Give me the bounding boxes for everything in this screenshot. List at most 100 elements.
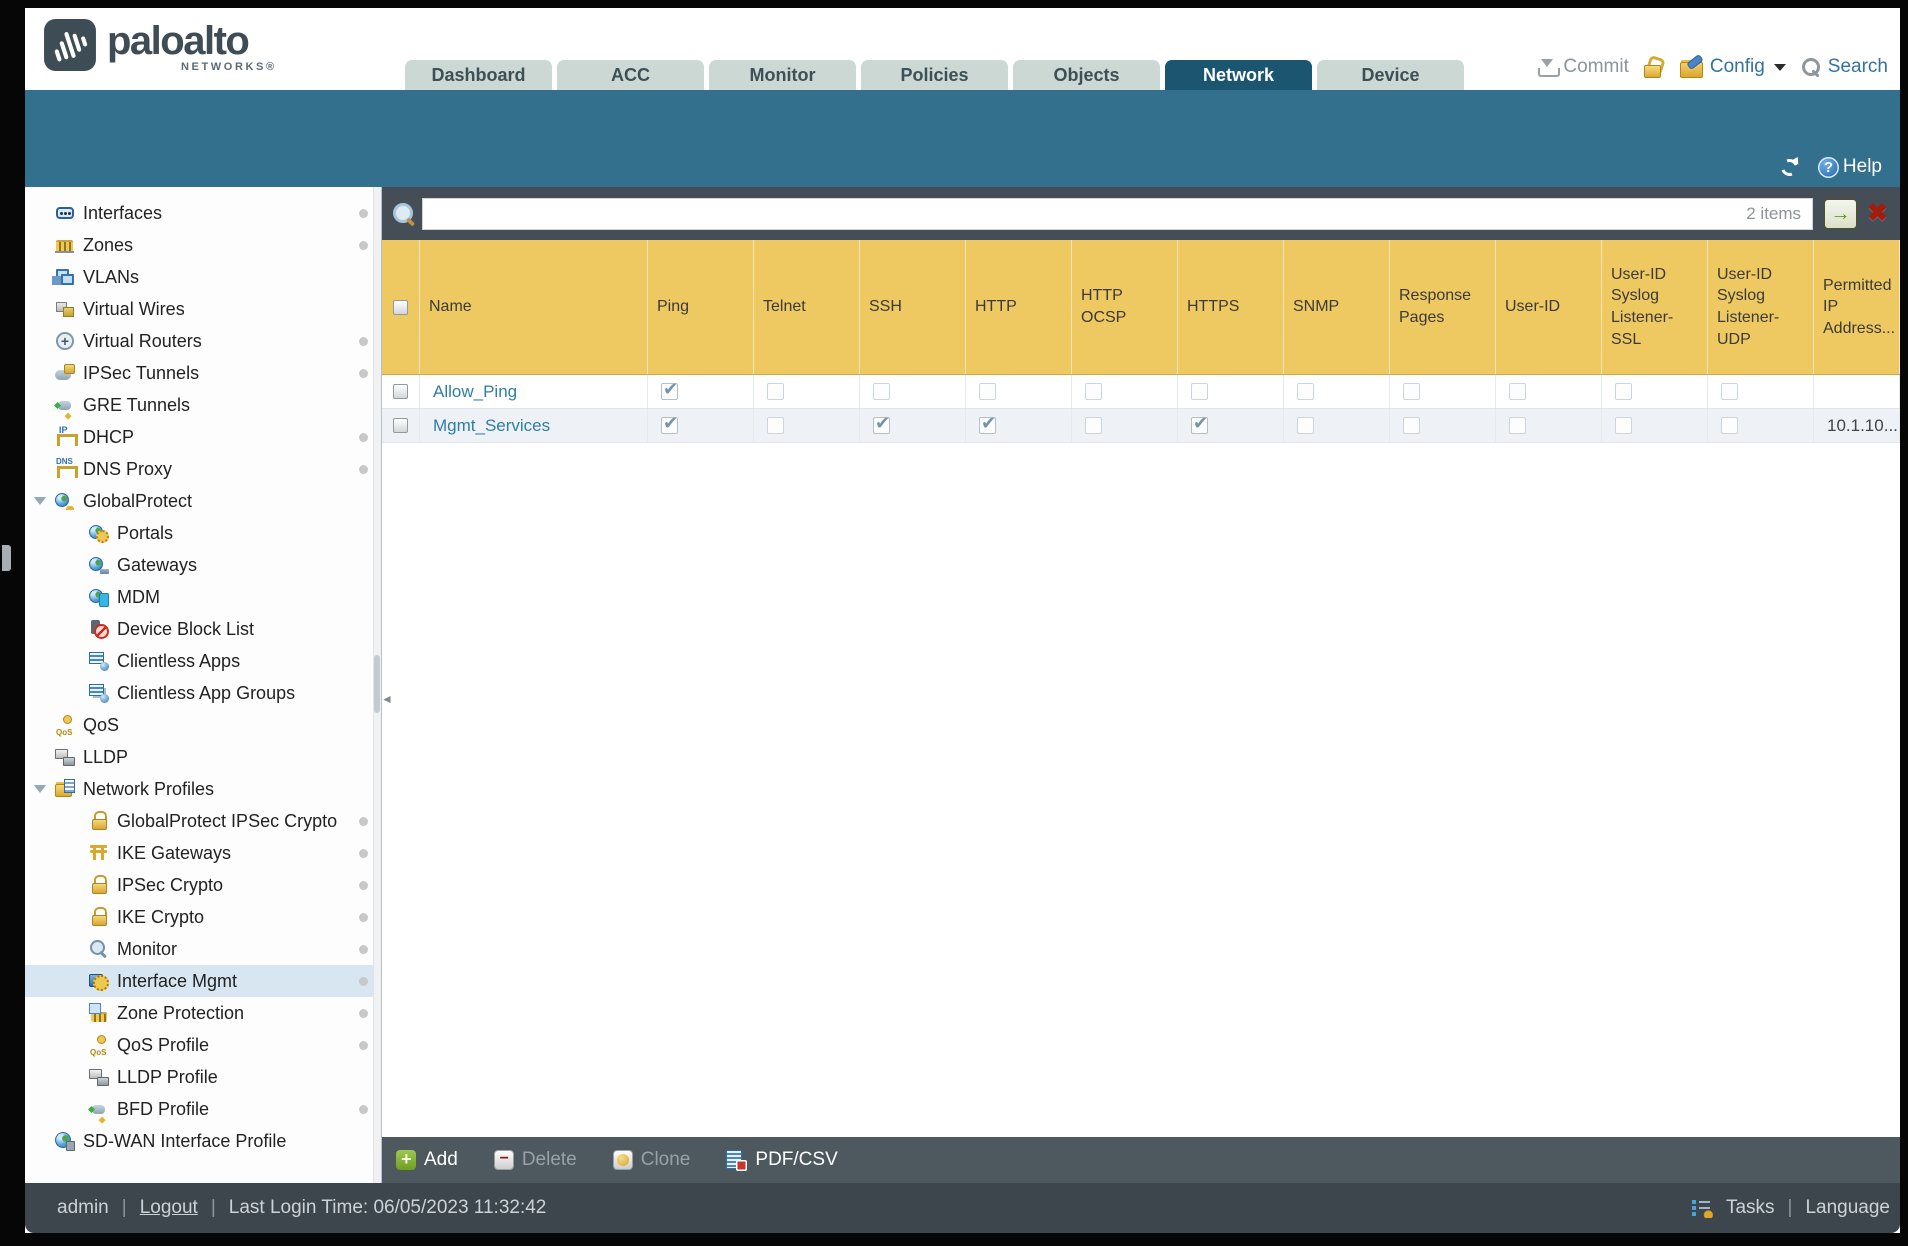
sidebar-item-virtual-wires[interactable]: Virtual Wires [25,293,381,325]
sidebar-item-vlans[interactable]: VLANs [25,261,381,293]
column-header-response-pages[interactable]: Response Pages [1390,240,1496,374]
sidebar-item-gateways[interactable]: Gateways [25,549,381,581]
sidebar-item-ike-gateways[interactable]: IKE Gateways [25,837,381,869]
sidebar-item-portals[interactable]: Portals [25,517,381,549]
language-link[interactable]: Language [1805,1197,1890,1219]
apply-filter-button[interactable]: → [1824,198,1858,229]
column-header-user-id-syslog-listener-udp[interactable]: User-ID Syslog Listener-UDP [1708,240,1814,374]
clone-button[interactable]: Clone [612,1149,690,1171]
select-all-checkbox[interactable] [393,299,408,315]
sidebar-item-label: DHCP [83,426,135,447]
row-select-checkbox[interactable] [393,418,408,433]
tab-acc[interactable]: ACC [557,60,704,90]
tasks-icon[interactable] [1691,1198,1713,1218]
sidebar-item-label: GRE Tunnels [83,394,191,415]
clear-filter-button[interactable]: ✖ [1867,201,1888,226]
sidebar-item-ike-crypto[interactable]: IKE Crypto [25,901,381,933]
commit-button[interactable]: Commit [1538,56,1629,78]
sd-wan-interface-profile-icon [55,1131,75,1151]
ping-checkbox [661,413,678,434]
sidebar-item-network-profiles[interactable]: Network Profiles [25,773,381,805]
column-header-user-id-syslog-listener-ssl[interactable]: User-ID Syslog Listener-SSL [1602,240,1708,374]
column-header-https[interactable]: HTTPS [1178,240,1284,374]
help-button[interactable]: ? Help [1817,156,1882,178]
sidebar-item-label: GlobalProtect IPSec Crypto [117,810,338,831]
sidebar-item-lldp[interactable]: LLDP [25,741,381,773]
refresh-icon[interactable] [1779,157,1800,178]
tab-dashboard[interactable]: Dashboard [405,60,552,90]
snmp-checkbox [1297,383,1314,400]
column-header-snmp[interactable]: SNMP [1284,240,1390,374]
sidebar-item-ipsec-crypto[interactable]: IPSec Crypto [25,869,381,901]
profile-name-link[interactable]: Allow_Ping [433,382,517,402]
user-id-syslog-listener-udp-checkbox [1721,417,1738,434]
sidebar-item-bfd-profile[interactable]: BFD Profile [25,1093,381,1125]
sidebar-item-label: Monitor [117,938,178,959]
expand-collapse-triangle-icon[interactable] [34,785,46,793]
column-header-ping[interactable]: Ping [648,240,754,374]
unlock-icon[interactable] [1643,57,1665,78]
http-checkbox [979,413,996,434]
telnet-checkbox [767,383,784,400]
sidebar-item-lldp-profile[interactable]: LLDP Profile [25,1061,381,1093]
logout-link[interactable]: Logout [140,1197,198,1219]
https-checkbox [1191,383,1208,400]
tab-network[interactable]: Network [1165,60,1312,90]
sidebar-scrollbar-thumb[interactable] [374,655,380,713]
sidebar-item-interfaces[interactable]: Interfaces [25,197,381,229]
profile-name-link[interactable]: Mgmt_Services [433,416,550,436]
sidebar-item-clientless-app-groups[interactable]: Clientless App Groups [25,677,381,709]
tab-device[interactable]: Device [1317,60,1464,90]
user-id-syslog-listener-udp-checkbox [1721,383,1738,400]
snmp-checkbox [1297,417,1314,434]
sidebar-item-mdm[interactable]: MDM [25,581,381,613]
sidebar-item-dns-proxy[interactable]: DNS Proxy [25,453,381,485]
column-header-http-ocsp[interactable]: HTTP OCSP [1072,240,1178,374]
tasks-link[interactable]: Tasks [1726,1197,1775,1219]
response-pages-checkbox [1403,417,1420,434]
sidebar-item-sd-wan-interface-profile[interactable]: SD-WAN Interface Profile [25,1125,381,1157]
expand-collapse-triangle-icon[interactable] [34,497,46,505]
column-header-ssh[interactable]: SSH [860,240,966,374]
main-panel: ◄ 2 items → ✖ Name Ping Telnet SSH HTTP HTTP … [381,187,1900,1183]
column-header-user-id[interactable]: User-ID [1496,240,1602,374]
sidebar-item-globalprotect[interactable]: GlobalProtect [25,485,381,517]
lldp-icon [55,747,75,767]
column-header-name[interactable]: Name [420,240,648,374]
sidebar-item-qos-profile[interactable]: QoS Profile [25,1029,381,1061]
sidebar-item-ipsec-tunnels[interactable]: IPSec Tunnels [25,357,381,389]
dhcp-icon [55,425,78,447]
sidebar-item-monitor[interactable]: Monitor [25,933,381,965]
filter-input[interactable] [422,197,1814,230]
row-select-checkbox[interactable] [393,384,408,399]
sidebar-item-device-block-list[interactable]: Device Block List [25,613,381,645]
column-header-http[interactable]: HTTP [966,240,1072,374]
pdf-csv-button[interactable]: PDF/CSV [726,1149,838,1171]
global-search-button[interactable]: Search [1801,56,1888,78]
add-button[interactable]: Add [396,1149,458,1171]
status-dot [359,241,368,250]
tab-objects[interactable]: Objects [1013,60,1160,90]
sidebar-item-globalprotect-ipsec-crypto[interactable]: GlobalProtect IPSec Crypto [25,805,381,837]
paloalto-logo-mark [44,19,96,71]
column-header-telnet[interactable]: Telnet [754,240,860,374]
sidebar-item-virtual-routers[interactable]: Virtual Routers [25,325,381,357]
table-body: Allow_Ping Mgmt_Services 10.1.10... [382,375,1900,443]
sidebar-item-qos[interactable]: QoS [25,709,381,741]
sidebar-item-zone-protection[interactable]: Zone Protection [25,997,381,1029]
bfd-profile-icon [89,1099,109,1119]
sidebar-item-gre-tunnels[interactable]: GRE Tunnels [25,389,381,421]
tab-policies[interactable]: Policies [861,60,1008,90]
status-dot [359,369,368,378]
status-dot [359,913,368,922]
sidebar-item-clientless-apps[interactable]: Clientless Apps [25,645,381,677]
sidebar-item-zones[interactable]: Zones [25,229,381,261]
delete-button[interactable]: Delete [493,1149,577,1171]
sidebar-item-interface-mgmt[interactable]: Interface Mgmt [25,965,381,997]
action-label: Delete [521,1149,577,1170]
tab-monitor[interactable]: Monitor [709,60,856,90]
config-menu-button[interactable]: Config [1679,56,1786,78]
sidebar-item-dhcp[interactable]: DHCP [25,421,381,453]
sidebar-collapse-handle[interactable]: ◄ [381,692,393,706]
column-header-permitted-ip-address[interactable]: Permitted IP Address... [1814,240,1900,374]
